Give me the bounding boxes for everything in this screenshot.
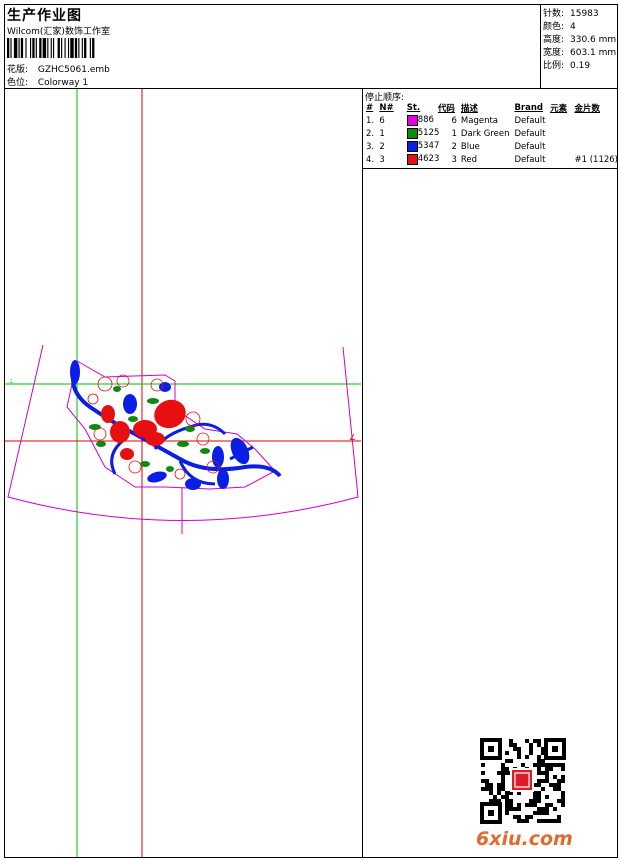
design-preview: ⊥ ∠ <box>5 89 361 857</box>
svg-text:∠: ∠ <box>349 433 356 442</box>
col-index: # <box>366 102 374 113</box>
svg-text:⊥: ⊥ <box>8 377 14 385</box>
colorway-value: Colorway 1 <box>37 78 89 88</box>
col-desc: 描述 <box>460 103 478 114</box>
table-divider <box>362 168 618 169</box>
row-element <box>548 153 572 166</box>
col-needle: N# <box>379 102 394 113</box>
barcode <box>7 38 95 58</box>
table-header-row: # N# St. 代码 描述 Brand 元素 金片数 <box>364 101 620 114</box>
color-swatch <box>406 128 418 139</box>
hoop-outline <box>7 344 359 534</box>
row-needle: 1 <box>379 128 385 139</box>
color-swatch <box>406 141 418 152</box>
colorway-label: 色位: <box>7 78 29 88</box>
watermark-logo: 6xiu.com <box>476 828 573 850</box>
row-code: 6 <box>451 115 457 126</box>
row-brand: Default <box>514 141 546 152</box>
spec-label: 高度: <box>543 35 565 45</box>
row-brand: Default <box>514 128 546 139</box>
spec-value: 330.6 mm <box>570 35 617 45</box>
table-row: 1. 6 886 6 Magenta Default <box>364 114 620 127</box>
spec-value: 603.1 mm <box>570 48 617 58</box>
stitch-count: 5347 <box>417 141 440 151</box>
row-stitches: 4623 <box>405 153 439 166</box>
spec-width: 宽度: 603.1 mm <box>543 45 616 58</box>
row-desc: Magenta <box>460 115 499 126</box>
row-index: 3. <box>366 141 375 152</box>
stitch-count: 4623 <box>417 154 440 164</box>
studio-name: Wilcom(汇家)数饰工作室 <box>7 27 110 37</box>
table-row: 3. 2 5347 2 Blue Default <box>364 140 620 153</box>
spec-divider <box>540 4 541 88</box>
design-file-label: 花版: <box>7 65 29 75</box>
col-sequins: 金片数 <box>574 103 601 114</box>
color-swatch <box>406 115 418 126</box>
row-index: 4. <box>366 154 375 165</box>
table-row: 2. 1 5125 1 Dark Green Default <box>364 127 620 140</box>
color-swatch <box>406 154 418 165</box>
row-element <box>548 114 572 127</box>
row-brand: Default <box>514 115 546 126</box>
row-needle: 6 <box>379 115 385 126</box>
colorway-row: 色位: Colorway 1 <box>7 75 88 88</box>
row-stitches: 5347 <box>405 140 439 153</box>
qr-code <box>480 738 566 824</box>
row-needle: 3 <box>379 154 385 165</box>
row-brand: Default <box>514 154 546 165</box>
spec-height: 高度: 330.6 mm <box>543 32 616 45</box>
spec-label: 颜色: <box>543 22 565 32</box>
panel-divider <box>362 88 363 858</box>
sheet-title: 生产作业图 <box>7 8 82 24</box>
spec-label: 针数: <box>543 9 565 19</box>
col-code: 代码 <box>437 103 455 114</box>
row-desc: Dark Green <box>460 128 510 139</box>
spec-label: 宽度: <box>543 48 565 58</box>
spec-value: 15983 <box>570 9 599 19</box>
row-element <box>548 127 572 140</box>
col-stitches: St. <box>406 102 421 113</box>
row-desc: Red <box>460 154 478 165</box>
row-needle: 2 <box>379 141 385 152</box>
spec-stitches: 针数: 15983 <box>543 6 599 19</box>
row-desc: Blue <box>460 141 480 152</box>
col-brand: Brand <box>514 102 543 113</box>
row-index: 2. <box>366 128 375 139</box>
stitch-count: 5125 <box>417 128 440 138</box>
spec-value: 4 <box>570 22 576 32</box>
row-sequins <box>573 127 620 140</box>
row-sequins <box>573 140 620 153</box>
stop-sequence-table: # N# St. 代码 描述 Brand 元素 金片数 1. 6 886 6 Magen… <box>364 101 620 166</box>
spec-scale: 比例: 0.19 <box>543 58 590 71</box>
col-element: 元素 <box>550 103 568 114</box>
row-stitches: 886 <box>405 114 436 127</box>
design-file-row: 花版: GZHC5061.emb <box>7 62 110 75</box>
spec-value: 0.19 <box>570 61 591 71</box>
row-element <box>548 140 572 153</box>
stitch-count: 886 <box>417 115 434 125</box>
row-sequins: #1 (1126) <box>574 154 619 165</box>
table-row: 4. 3 4623 3 Red Default #1 (1126) <box>364 153 620 166</box>
spec-colors: 颜色: 4 <box>543 19 576 32</box>
spec-label: 比例: <box>543 61 565 71</box>
row-sequins <box>573 114 620 127</box>
embroidery-motif <box>70 360 282 490</box>
row-stitches: 5125 <box>405 127 439 140</box>
row-index: 1. <box>366 115 375 126</box>
design-file-value: GZHC5061.emb <box>37 65 110 75</box>
